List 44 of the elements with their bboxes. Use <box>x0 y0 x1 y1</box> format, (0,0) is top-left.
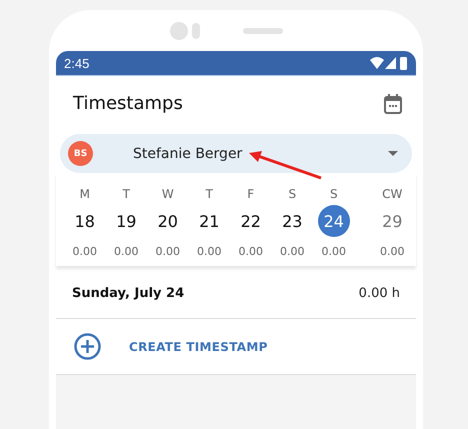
day-total: 0.00 h <box>358 286 400 300</box>
weekday-label: T <box>206 187 213 203</box>
employee-dropdown[interactable]: BS Stefanie Berger <box>60 134 412 173</box>
day-column[interactable]: F 22 0.00 <box>230 187 272 258</box>
selected-date: Sunday, July 24 <box>72 286 184 300</box>
weekday-label: T <box>122 187 130 203</box>
employee-name: Stefanie Berger <box>133 146 244 162</box>
camera-drawing <box>169 20 201 40</box>
weekday-label: S <box>288 187 296 203</box>
week-number: 29 <box>381 210 404 232</box>
day-date: 20 <box>156 210 179 232</box>
weekday-label: M <box>80 187 90 203</box>
day-column[interactable]: M 18 0.00 <box>64 187 106 258</box>
add-circle-icon <box>74 333 101 360</box>
day-hours: 0.00 <box>72 245 97 258</box>
day-hours: 0.00 <box>322 245 346 258</box>
week-label: CW <box>382 187 402 203</box>
day-column[interactable]: T 21 0.00 <box>188 187 230 258</box>
status-icons-drawing <box>370 56 408 70</box>
day-date: 19 <box>115 210 138 232</box>
day-column[interactable]: S 23 0.00 <box>272 187 313 258</box>
speaker-grille <box>243 28 283 34</box>
day-date: 21 <box>198 210 220 232</box>
day-hours: 0.00 <box>156 245 180 258</box>
day-column[interactable]: W 20 0.00 <box>147 187 188 258</box>
screen-title: Timestamps <box>73 93 183 114</box>
weekday-label: W <box>162 187 174 203</box>
weekday-label: S <box>330 187 338 203</box>
status-time: 2:45 <box>64 56 90 70</box>
day-date: 18 <box>74 210 96 232</box>
day-hours: 0.00 <box>197 245 222 258</box>
day-date: 24 <box>318 205 350 237</box>
avatar-initials: BS <box>68 141 93 166</box>
calendar-icon[interactable] <box>384 94 402 114</box>
day-column[interactable]: T 19 0.00 <box>106 187 147 258</box>
day-column[interactable]: S 24 0.00 <box>313 187 354 258</box>
dropdown-caret-icon <box>388 151 398 156</box>
day-hours: 0.00 <box>280 245 304 258</box>
day-hours: 0.00 <box>238 245 263 258</box>
day-hours: 0.00 <box>114 245 138 258</box>
day-date: 22 <box>240 210 262 232</box>
day-date: 23 <box>281 210 304 232</box>
weekday-label: F <box>247 187 254 203</box>
week-hours: 0.00 <box>380 245 404 258</box>
